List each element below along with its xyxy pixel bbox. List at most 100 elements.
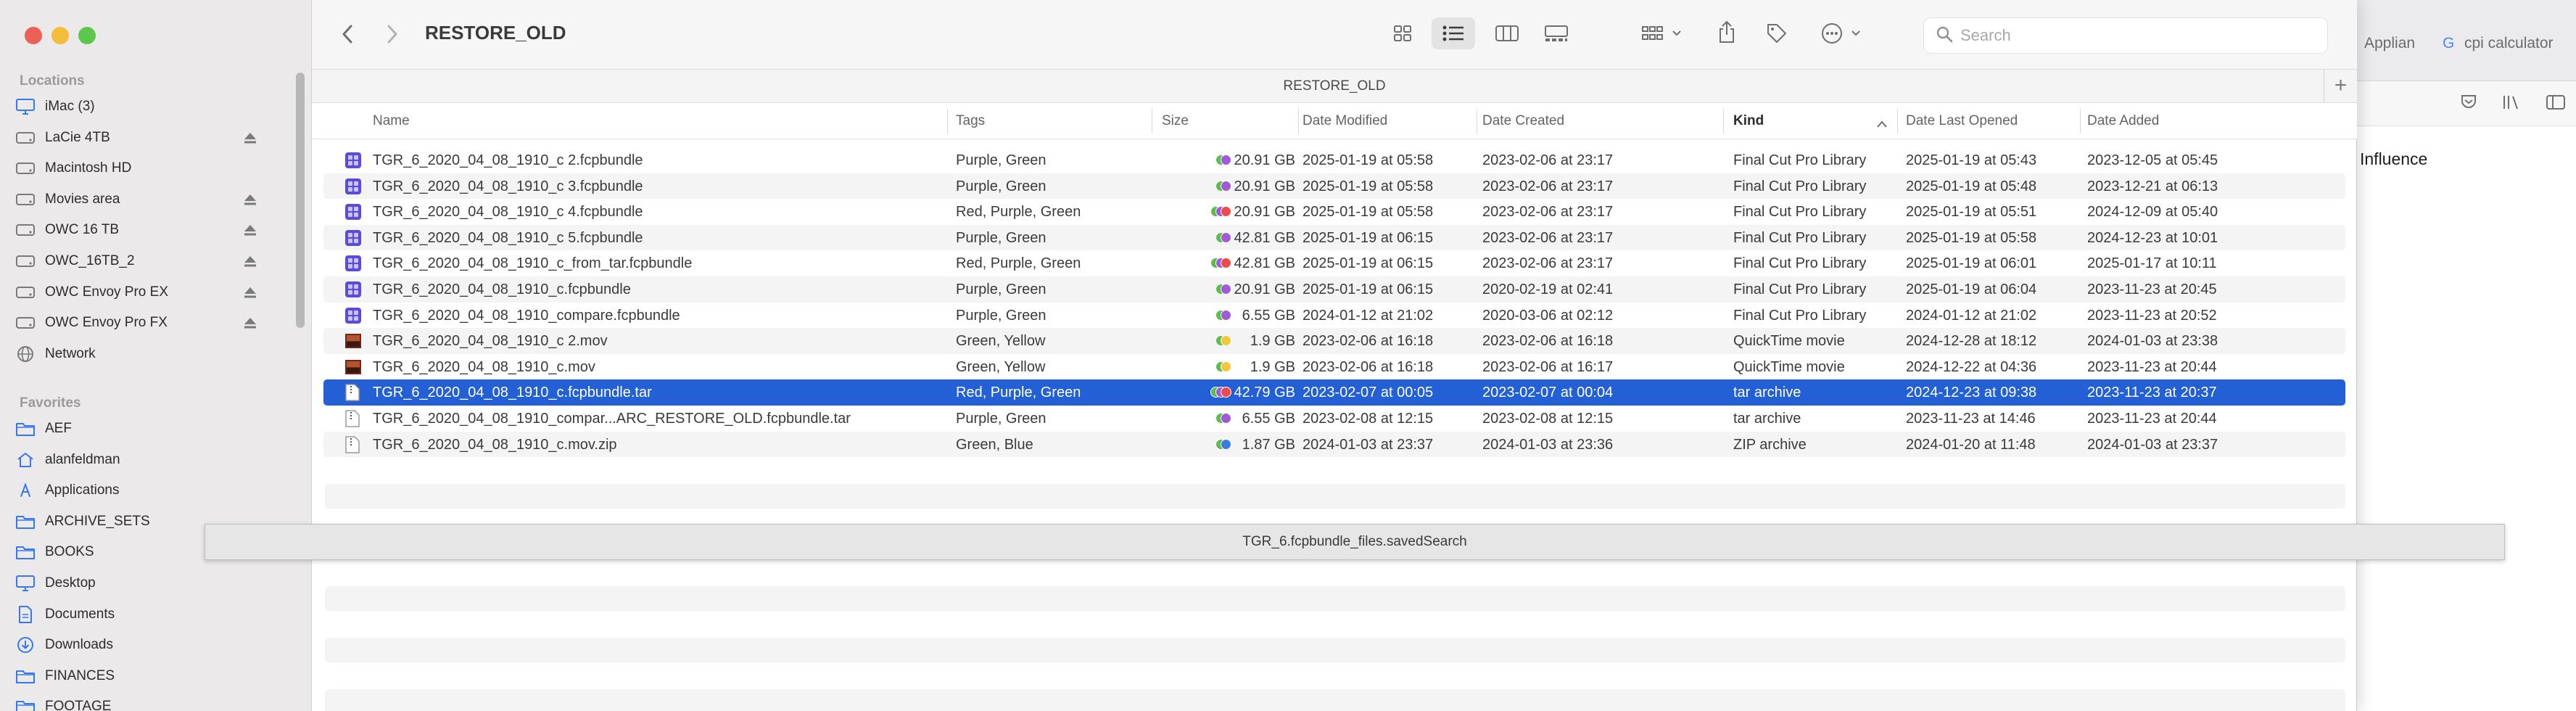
file-date-created: 2023-02-06 at 23:17 (1482, 152, 1614, 168)
sidebar-item-owc-envoy-pro-fx[interactable]: OWC Envoy Pro FX (15, 308, 276, 337)
file-size: 20.91 GB (1234, 152, 1295, 168)
file-kind: Final Cut Pro Library (1733, 178, 1867, 194)
column-header-date-added[interactable]: Date Added (2087, 113, 2159, 129)
sidebar-item-documents[interactable]: Documents (15, 600, 276, 629)
column-header-name[interactable]: Name (373, 113, 410, 129)
column-header-kind[interactable]: Kind (1733, 113, 1764, 129)
more-actions-button[interactable] (1819, 19, 1867, 48)
table-row[interactable]: TGR_6_2020_04_08_1910_c 3.fcpbundle Purpl… (323, 173, 2345, 200)
column-divider[interactable] (1298, 109, 1299, 133)
fcp-library-icon (345, 281, 361, 298)
file-date-created: 2023-02-07 at 00:04 (1482, 385, 1614, 401)
search-field[interactable] (1923, 17, 2328, 54)
eject-icon[interactable] (244, 255, 257, 267)
column-header-date-created[interactable]: Date Created (1482, 113, 1564, 129)
close-window-button[interactable] (25, 27, 42, 44)
file-date-added: 2023-11-23 at 20:44 (2087, 410, 2217, 427)
sidebar-icon[interactable] (2546, 94, 2566, 113)
drive-icon (15, 314, 36, 332)
sidebar-item-owc-16tb-2[interactable]: OWC_16TB_2 (15, 247, 276, 276)
sidebar-item-movies-area[interactable]: Movies area (15, 185, 276, 214)
tag-icon[interactable] (1762, 19, 1791, 48)
sidebar-item-lacie-4tb[interactable]: LaCie 4TB (15, 123, 276, 152)
table-row[interactable]: TGR_6_2020_04_08_1910_c 2.fcpbundle Purpl… (323, 147, 2345, 173)
share-icon[interactable] (1714, 17, 1739, 46)
gallery-view-button[interactable] (1542, 20, 1571, 46)
column-header-size[interactable]: Size (1162, 113, 1189, 129)
column-divider[interactable] (1897, 109, 1898, 133)
table-row[interactable]: TGR_6_2020_04_08_1910_compare.fcpbundle P… (323, 303, 2345, 329)
eject-icon[interactable] (244, 194, 257, 205)
browser-tab-cpi-calculator[interactable]: cpi calculator (2464, 35, 2554, 52)
table-row[interactable]: TGR_6_2020_04_08_1910_c.mov.zip Green, Bl… (323, 431, 2345, 458)
sidebar-item-applications[interactable]: Applications (15, 476, 276, 505)
sidebar-item-finances[interactable]: FINANCES (15, 662, 276, 691)
search-input[interactable] (1960, 26, 2308, 45)
zoom-window-button[interactable] (78, 27, 96, 44)
table-row[interactable]: TGR_6_2020_04_08_1910_c 4.fcpbundle Red, … (323, 199, 2345, 225)
google-icon: G (2443, 35, 2455, 52)
table-row[interactable]: TGR_6_2020_04_08_1910_c.fcpbundle Purple,… (323, 276, 2345, 303)
table-row[interactable]: TGR_6_2020_04_08_1910_compar...ARC_RESTO… (323, 406, 2345, 432)
column-header-date-modified[interactable]: Date Modified (1303, 113, 1387, 129)
column-divider[interactable] (1723, 109, 1724, 133)
eject-icon[interactable] (244, 132, 257, 144)
empty-row (325, 689, 2345, 711)
sidebar-item-desktop[interactable]: Desktop (15, 569, 276, 598)
sidebar-item-label: Downloads (45, 637, 113, 653)
eject-icon[interactable] (244, 317, 257, 329)
library-icon[interactable] (2502, 94, 2522, 113)
sidebar-item-imac-3-[interactable]: iMac (3) (15, 92, 276, 121)
sidebar-item-owc-16-tb[interactable]: OWC 16 TB (15, 215, 276, 244)
group-by-button[interactable] (1639, 20, 1687, 46)
sidebar-scrollbar[interactable] (296, 73, 305, 328)
column-header-date-last-opened[interactable]: Date Last Opened (1906, 113, 2018, 129)
back-button[interactable] (337, 22, 358, 46)
sidebar-item-aef[interactable]: AEF (15, 414, 276, 443)
table-row[interactable]: TGR_6_2020_04_08_1910_c 2.mov Green, Yell… (323, 328, 2345, 354)
sidebar-item-owc-envoy-pro-ex[interactable]: OWC Envoy Pro EX (15, 278, 276, 307)
add-tab-button[interactable]: + (2324, 70, 2357, 103)
sidebar-item-label: Macintosh HD (45, 160, 132, 176)
sidebar-item-network[interactable]: Network (15, 340, 276, 369)
sidebar-item-label: OWC_16TB_2 (45, 253, 135, 268)
path-title: RESTORE_OLD (1283, 78, 1386, 94)
browser-tab-applian[interactable]: Applian (2364, 35, 2415, 52)
sidebar-item-macintosh-hd[interactable]: Macintosh HD (15, 154, 276, 183)
favorites-heading: Favorites (20, 395, 81, 411)
column-divider[interactable] (2080, 109, 2081, 133)
saved-search-window-bar[interactable]: TGR_6.fcpbundle_files.savedSearch (205, 524, 2505, 560)
pocket-icon[interactable] (2459, 94, 2479, 113)
file-date-last-opened: 2024-12-28 at 18:12 (1906, 333, 2037, 350)
tag-color-dot (1221, 231, 1231, 243)
locations-heading: Locations (20, 73, 85, 89)
table-row[interactable]: TGR_6_2020_04_08_1910_c.fcpbundle.tar Red… (323, 379, 2345, 406)
file-date-modified: 2023-02-06 at 16:18 (1303, 358, 1434, 375)
table-row[interactable]: TGR_6_2020_04_08_1910_c.mov Green, Yellow… (323, 354, 2345, 380)
file-size: 42.81 GB (1234, 229, 1295, 246)
sidebar-item-footage[interactable]: FOOTAGE (15, 692, 276, 711)
file-date-last-opened: 2025-01-19 at 06:04 (1906, 281, 2037, 297)
list-view-button[interactable] (1432, 17, 1475, 49)
file-kind: QuickTime movie (1733, 358, 1845, 375)
folder-icon (15, 667, 36, 685)
sidebar-item-downloads[interactable]: Downloads (15, 630, 276, 659)
sidebar-item-alanfeldman[interactable]: alanfeldman (15, 445, 276, 474)
eject-icon[interactable] (244, 287, 257, 298)
column-header-tags[interactable]: Tags (956, 113, 985, 129)
column-divider[interactable] (947, 109, 948, 133)
tag-color-dot (1221, 206, 1231, 218)
minimize-window-button[interactable] (51, 27, 69, 44)
file-kind: QuickTime movie (1733, 333, 1845, 350)
sort-ascending-icon[interactable] (1877, 116, 1887, 132)
network-icon (15, 345, 36, 363)
tag-color-dot (1221, 412, 1231, 424)
table-row[interactable]: TGR_6_2020_04_08_1910_c_from_tar.fcpbund… (323, 250, 2345, 276)
icon-view-button[interactable] (1390, 20, 1416, 46)
imac-icon (15, 98, 36, 115)
eject-icon[interactable] (244, 224, 257, 236)
table-row[interactable]: TGR_6_2020_04_08_1910_c 5.fcpbundle Purpl… (323, 224, 2345, 251)
forward-button[interactable] (381, 22, 403, 46)
column-view-button[interactable] (1493, 20, 1522, 46)
file-kind: ZIP archive (1733, 436, 1807, 453)
